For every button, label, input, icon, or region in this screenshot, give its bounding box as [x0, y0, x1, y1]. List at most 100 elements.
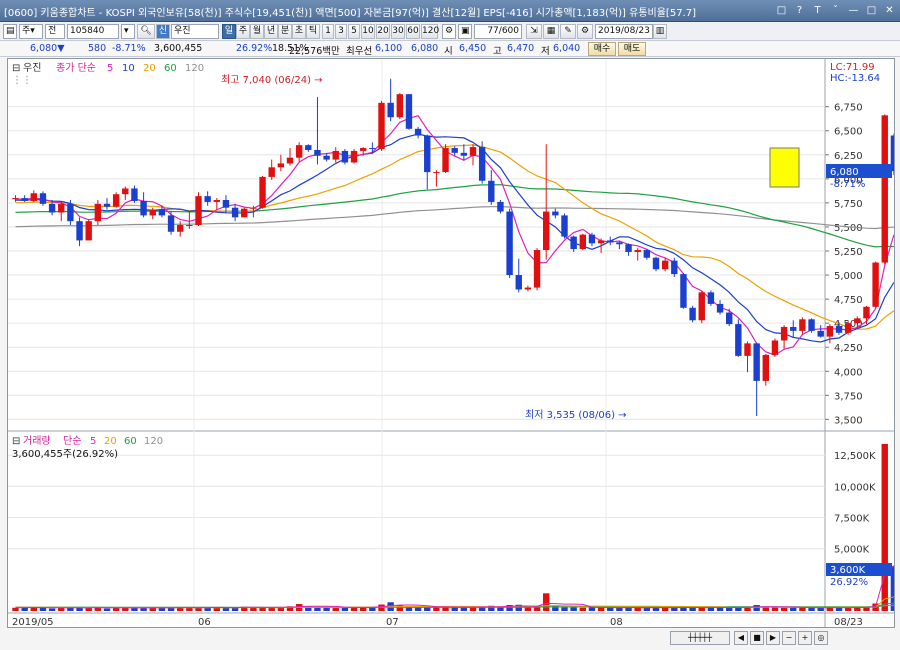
volume-bar[interactable] — [158, 607, 166, 611]
settings-icon[interactable]: ⚙ — [442, 24, 456, 39]
volume-bar[interactable] — [30, 608, 37, 611]
volume-bar[interactable] — [543, 593, 550, 611]
market-scope-select[interactable]: 전 — [45, 24, 65, 39]
volume-bar[interactable] — [460, 607, 468, 611]
volume-bar[interactable] — [231, 608, 239, 611]
candle[interactable] — [414, 126, 422, 139]
volume-bar[interactable] — [780, 607, 788, 611]
interval-button-20[interactable]: 20 — [376, 24, 390, 39]
candle[interactable] — [524, 285, 532, 292]
candle[interactable] — [469, 144, 477, 166]
volume-bar[interactable] — [414, 607, 422, 611]
vol-legend-ma120[interactable]: 120 — [144, 436, 163, 447]
candle[interactable] — [726, 308, 733, 327]
minimize-button[interactable]: — — [846, 3, 861, 18]
candle[interactable] — [442, 144, 449, 174]
candle[interactable] — [204, 191, 211, 206]
candle[interactable] — [634, 248, 641, 261]
candle[interactable] — [771, 338, 779, 357]
candle[interactable] — [744, 341, 751, 373]
stop-button[interactable]: ■ — [750, 631, 764, 645]
candle[interactable] — [808, 318, 815, 333]
vol-legend-ma5[interactable]: 5 — [90, 436, 96, 447]
candle[interactable] — [39, 191, 47, 206]
candle[interactable] — [762, 353, 769, 386]
chart-svg[interactable]: 6,7506,5006,2506,0005,7505,5005,2505,000… — [8, 59, 898, 628]
candle[interactable] — [643, 249, 651, 260]
candle[interactable] — [607, 236, 614, 246]
candle[interactable] — [881, 114, 888, 265]
volume-bar[interactable] — [790, 607, 797, 611]
candle[interactable] — [579, 233, 586, 251]
candle[interactable] — [735, 319, 742, 357]
rewind-button[interactable]: ◀ — [734, 631, 748, 645]
zoom-out-button[interactable]: − — [782, 631, 796, 645]
volume-bar[interactable] — [131, 608, 138, 611]
toolbar-icon[interactable]: ▤ — [3, 24, 17, 39]
candle[interactable] — [76, 217, 83, 247]
interval-button-30[interactable]: 30 — [391, 24, 405, 39]
legend-ma20[interactable]: 20 — [143, 63, 156, 74]
legend-ma5[interactable]: 5 — [107, 63, 113, 74]
volume-bar[interactable] — [48, 608, 56, 611]
interval-button-5[interactable]: 5 — [348, 24, 360, 39]
candle[interactable] — [94, 200, 102, 226]
candle-count-input[interactable]: 77/600 — [474, 24, 522, 39]
candle[interactable] — [716, 300, 724, 315]
market-select[interactable]: 주▾ — [19, 24, 43, 39]
maximize-button[interactable]: □ — [864, 3, 879, 18]
volume-bar[interactable] — [808, 608, 815, 611]
zoom-in-button[interactable]: + — [798, 631, 812, 645]
date-input[interactable]: 2019/08/23 — [595, 24, 653, 39]
candle[interactable] — [515, 258, 522, 293]
interval-button-3[interactable]: 3 — [335, 24, 347, 39]
pin-icon[interactable]: ˇ — [828, 3, 843, 18]
legend-ma10[interactable]: 10 — [122, 63, 135, 74]
play-button[interactable]: ▶ — [766, 631, 780, 645]
volume-bar[interactable] — [881, 443, 888, 611]
candle[interactable] — [460, 144, 468, 161]
candle[interactable] — [533, 248, 541, 291]
candle[interactable] — [286, 148, 294, 166]
selection-box[interactable] — [769, 147, 800, 188]
scroll-bar[interactable]: ┼┼┼┼┼ — [670, 631, 730, 645]
candle[interactable] — [58, 201, 65, 222]
panel-toggle-icon[interactable]: ⊟ — [12, 63, 20, 74]
volume-bar[interactable] — [616, 608, 623, 611]
candle[interactable] — [689, 305, 696, 323]
volume-bar[interactable] — [323, 607, 330, 611]
candle[interactable] — [295, 142, 303, 162]
volume-bar[interactable] — [222, 607, 230, 611]
volume-bar[interactable] — [424, 607, 431, 611]
candle[interactable] — [543, 144, 550, 260]
period-tab-2[interactable]: 월 — [250, 24, 264, 39]
candle[interactable] — [652, 256, 660, 272]
candle[interactable] — [753, 342, 760, 417]
candle[interactable] — [799, 317, 806, 335]
period-tab-1[interactable]: 주 — [236, 24, 250, 39]
interval-button-60[interactable]: 60 — [406, 24, 420, 39]
search-icon[interactable]: 🔍︎ — [137, 24, 155, 39]
legend-ma120[interactable]: 120 — [185, 63, 204, 74]
restore-icon[interactable]: □ — [774, 3, 789, 18]
chart-area[interactable]: 6,750 6,500 6,250 6,000 5,750 5,500 5,250 5,000… — [7, 58, 898, 628]
volume-bar[interactable] — [561, 607, 568, 611]
candle[interactable] — [241, 207, 248, 218]
candle[interactable] — [112, 192, 120, 208]
candle[interactable] — [387, 78, 394, 122]
volume-bar[interactable] — [195, 607, 202, 611]
candle[interactable] — [707, 290, 715, 306]
volume-bar[interactable] — [350, 607, 358, 611]
candle[interactable] — [305, 144, 312, 152]
candle[interactable] — [21, 195, 28, 202]
candle[interactable] — [350, 149, 358, 164]
code-dropdown-icon[interactable]: ▾ — [121, 24, 135, 39]
volume-bar[interactable] — [689, 607, 696, 611]
candle[interactable] — [222, 195, 230, 213]
vol-legend-ma60[interactable]: 60 — [124, 436, 137, 447]
sell-button[interactable]: 매도 — [618, 42, 646, 56]
volume-bar[interactable] — [103, 608, 111, 611]
volume-bar[interactable] — [753, 605, 760, 611]
volume-bar[interactable] — [469, 607, 477, 611]
volume-bar[interactable] — [12, 607, 19, 611]
